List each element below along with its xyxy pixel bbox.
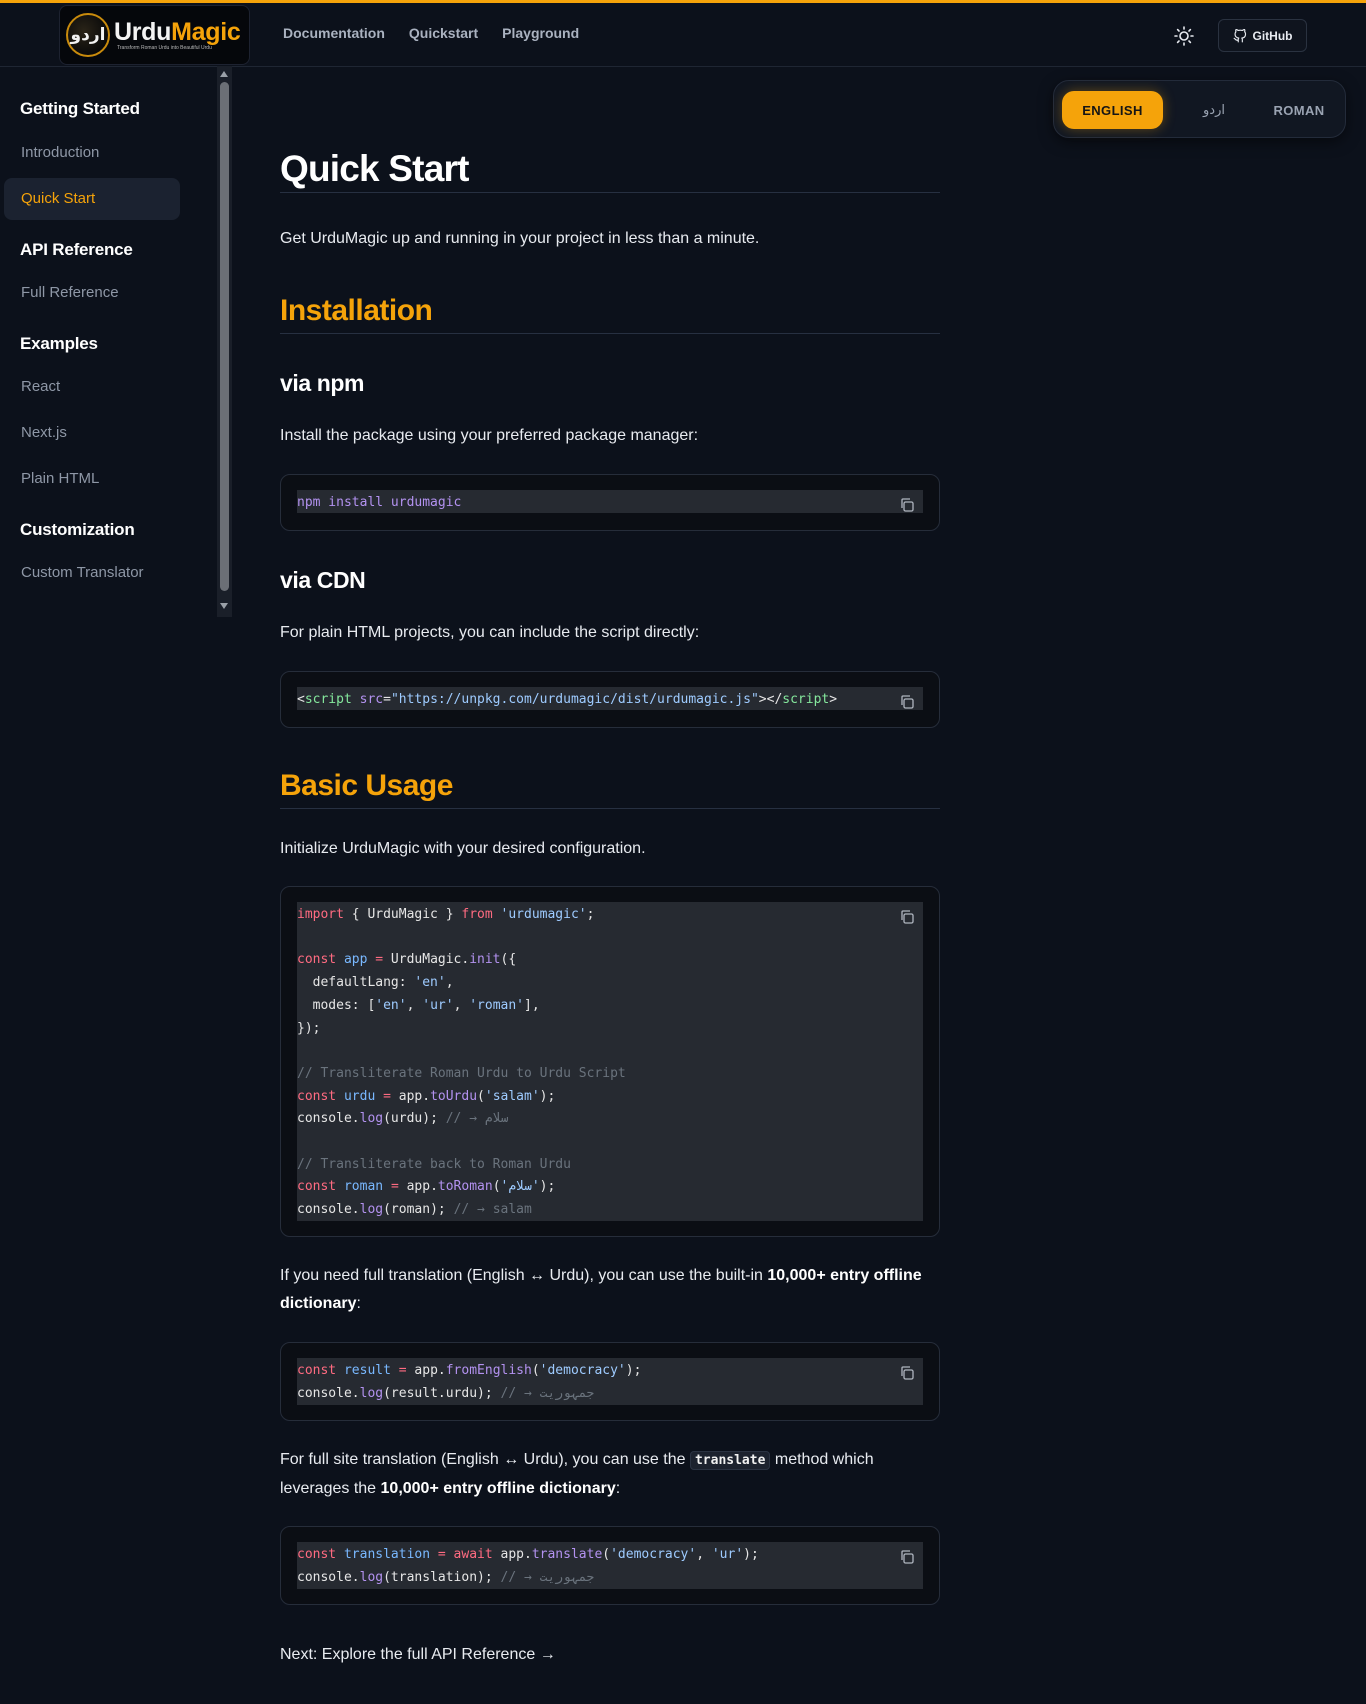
installation-divider <box>280 333 940 334</box>
sidebar-item-custom-translator[interactable]: Custom Translator <box>21 564 144 581</box>
copy-button[interactable] <box>899 497 915 513</box>
copy-icon <box>901 695 914 709</box>
copy-button[interactable] <box>899 694 915 710</box>
copy-icon <box>901 498 914 512</box>
cdn-heading: via CDN <box>280 567 366 593</box>
sidebar-item-quick-start[interactable]: Quick Start <box>21 190 95 207</box>
copy-icon <box>901 1366 914 1380</box>
scroll-down-arrow-icon[interactable] <box>220 603 228 609</box>
sidebar-item-nextjs[interactable]: Next.js <box>21 424 67 441</box>
basic-usage-divider <box>280 808 940 809</box>
logo[interactable]: اردو UrduMagic Transform Roman Urdu into… <box>59 5 250 65</box>
sidebar-group-getting-started: Getting Started <box>20 99 140 118</box>
lang-option-english[interactable]: ENGLISH <box>1062 91 1163 129</box>
next-api-reference-link[interactable]: Next: Explore the full API Reference → <box>280 1641 940 1669</box>
lang-option-roman[interactable]: ROMAN <box>1254 91 1344 129</box>
lang-option-urdu[interactable]: اردو <box>1184 91 1244 129</box>
translation-code-block: const result = app.fromEnglish('democrac… <box>280 1342 940 1421</box>
site-translation-code: const translation = await app.translate(… <box>297 1547 759 1585</box>
top-nav: Documentation Quickstart Playground <box>283 25 579 41</box>
scroll-up-arrow-icon[interactable] <box>220 71 228 77</box>
scrollbar-thumb[interactable] <box>220 82 229 591</box>
copy-icon <box>901 910 914 924</box>
site-translation-code-block: const translation = await app.translate(… <box>280 1526 940 1605</box>
sidebar-item-plain-html[interactable]: Plain HTML <box>21 470 99 487</box>
nav-playground[interactable]: Playground <box>502 25 579 41</box>
sidebar-group-customization: Customization <box>20 520 135 539</box>
sidebar-group-api-reference: API Reference <box>20 240 133 259</box>
github-label: GitHub <box>1252 28 1293 43</box>
theme-toggle-button[interactable] <box>1172 24 1196 48</box>
translation-code: const result = app.fromEnglish('democrac… <box>297 1363 642 1401</box>
sun-icon <box>1174 26 1194 46</box>
npm-code: npm install urdumagic <box>297 495 462 510</box>
page-title: Quick Start <box>280 148 469 189</box>
copy-button[interactable] <box>899 909 915 925</box>
basic-usage-text: Initialize UrduMagic with your desired c… <box>280 840 646 857</box>
site-translation-text: For full site translation (English ↔ Urd… <box>280 1451 874 1497</box>
npm-text: Install the package using your preferred… <box>280 427 699 444</box>
site-header: اردو UrduMagic Transform Roman Urdu into… <box>0 3 1366 67</box>
npm-heading: via npm <box>280 370 365 396</box>
language-switcher: ENGLISH اردو ROMAN <box>1053 80 1346 138</box>
inline-code-translate: translate <box>689 1451 771 1470</box>
basic-usage-code: import { UrduMagic } from 'urdumagic'; c… <box>297 907 626 1218</box>
basic-usage-code-block: import { UrduMagic } from 'urdumagic'; c… <box>280 886 940 1237</box>
copy-button[interactable] <box>899 1365 915 1381</box>
npm-code-block: npm install urdumagic <box>280 474 940 531</box>
sidebar-item-full-reference[interactable]: Full Reference <box>21 284 119 301</box>
sidebar-item-introduction[interactable]: Introduction <box>21 144 99 161</box>
title-divider <box>280 192 940 193</box>
sidebar: Getting Started Introduction Quick Start… <box>0 68 232 618</box>
logo-wordmark: UrduMagic <box>114 18 241 46</box>
nav-documentation[interactable]: Documentation <box>283 25 385 41</box>
cdn-code-block: <script src="https://unpkg.com/urdumagic… <box>280 671 940 728</box>
nav-quickstart[interactable]: Quickstart <box>409 25 478 41</box>
copy-icon <box>901 1550 914 1564</box>
intro-text: Get UrduMagic up and running in your pro… <box>280 230 760 247</box>
github-button[interactable]: GitHub <box>1218 19 1307 52</box>
cdn-code: <script src="https://unpkg.com/urdumagic… <box>297 692 838 707</box>
basic-usage-heading: Basic Usage <box>280 769 453 802</box>
copy-button[interactable] <box>899 1549 915 1565</box>
logo-mark: اردو <box>66 13 110 57</box>
cdn-text: For plain HTML projects, you can include… <box>280 624 700 641</box>
translation-text: If you need full translation (English ↔ … <box>280 1267 922 1312</box>
sidebar-group-examples: Examples <box>20 334 98 353</box>
github-icon <box>1233 28 1246 42</box>
sidebar-scrollbar[interactable] <box>217 66 232 617</box>
installation-heading: Installation <box>280 294 433 327</box>
sidebar-item-react[interactable]: React <box>21 378 60 395</box>
logo-tagline: Transform Roman Urdu into Beautiful Urdu <box>117 45 212 51</box>
